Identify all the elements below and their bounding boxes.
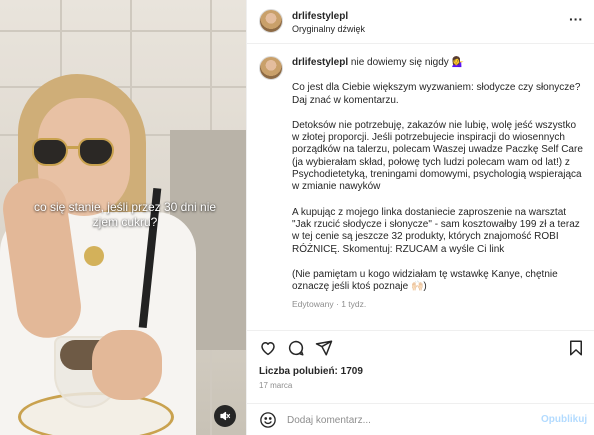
caption-paragraph: A kupując z mojego linka dostaniecie zap… xyxy=(292,206,580,255)
more-horizontal-icon[interactable]: ··· xyxy=(569,12,583,26)
speaker-muted-icon[interactable] xyxy=(214,405,236,427)
post-media-video[interactable]: co się stanie, jeśli przez 30 dni nie zj… xyxy=(0,0,246,435)
caption-paragraph: Co jest dla Ciebie większym wyzwaniem: s… xyxy=(292,82,581,106)
post-date: 17 marca xyxy=(259,381,293,390)
header-username[interactable]: drlifestylepl xyxy=(292,11,348,22)
like-count[interactable]: Liczba polubień: 1709 xyxy=(259,366,363,377)
avatar[interactable] xyxy=(259,9,283,33)
caption-headline: nie dowiemy się nigdy 💁‍♀️ xyxy=(350,57,464,68)
caption-meta: Edytowany · 1 tydz. xyxy=(292,299,366,309)
video-caption: co się stanie, jeśli przez 30 dni nie zj… xyxy=(33,200,217,229)
sunglasses xyxy=(32,138,118,168)
emoji-icon[interactable] xyxy=(259,411,277,429)
caption-paragraph: Detoksów nie potrzebuję, zakazów nie lub… xyxy=(292,119,583,193)
add-comment-bar: Opublikuj xyxy=(247,403,594,435)
caption-body: drlifestylepl nie dowiemy się nigdy 💁‍♀️… xyxy=(292,57,584,293)
publish-button[interactable]: Opublikuj xyxy=(541,414,587,425)
send-icon[interactable] xyxy=(315,339,333,357)
necklace-pendant xyxy=(84,246,104,266)
post-caption: drlifestylepl nie dowiemy się nigdy 💁‍♀️… xyxy=(247,45,594,329)
action-bar xyxy=(247,330,594,364)
comment-input[interactable] xyxy=(287,412,527,428)
bookmark-icon[interactable] xyxy=(567,339,585,357)
avatar[interactable] xyxy=(259,56,283,80)
heart-icon[interactable] xyxy=(259,339,277,357)
post-header: drlifestylepl Oryginalny dźwięk ··· xyxy=(247,0,594,44)
original-audio-link[interactable]: Oryginalny dźwięk xyxy=(292,24,365,34)
post-time: 1 tydz. xyxy=(341,299,367,309)
caption-paragraph: (Nie pamiętam u kogo widziałam tę wstawk… xyxy=(292,268,558,293)
edited-label: Edytowany xyxy=(292,299,334,309)
caption-username[interactable]: drlifestylepl xyxy=(292,57,348,68)
comment-icon[interactable] xyxy=(287,339,305,357)
post-details-panel: drlifestylepl Oryginalny dźwięk ··· drli… xyxy=(246,0,594,435)
person-hand xyxy=(92,330,162,400)
meta-separator: · xyxy=(335,299,339,309)
